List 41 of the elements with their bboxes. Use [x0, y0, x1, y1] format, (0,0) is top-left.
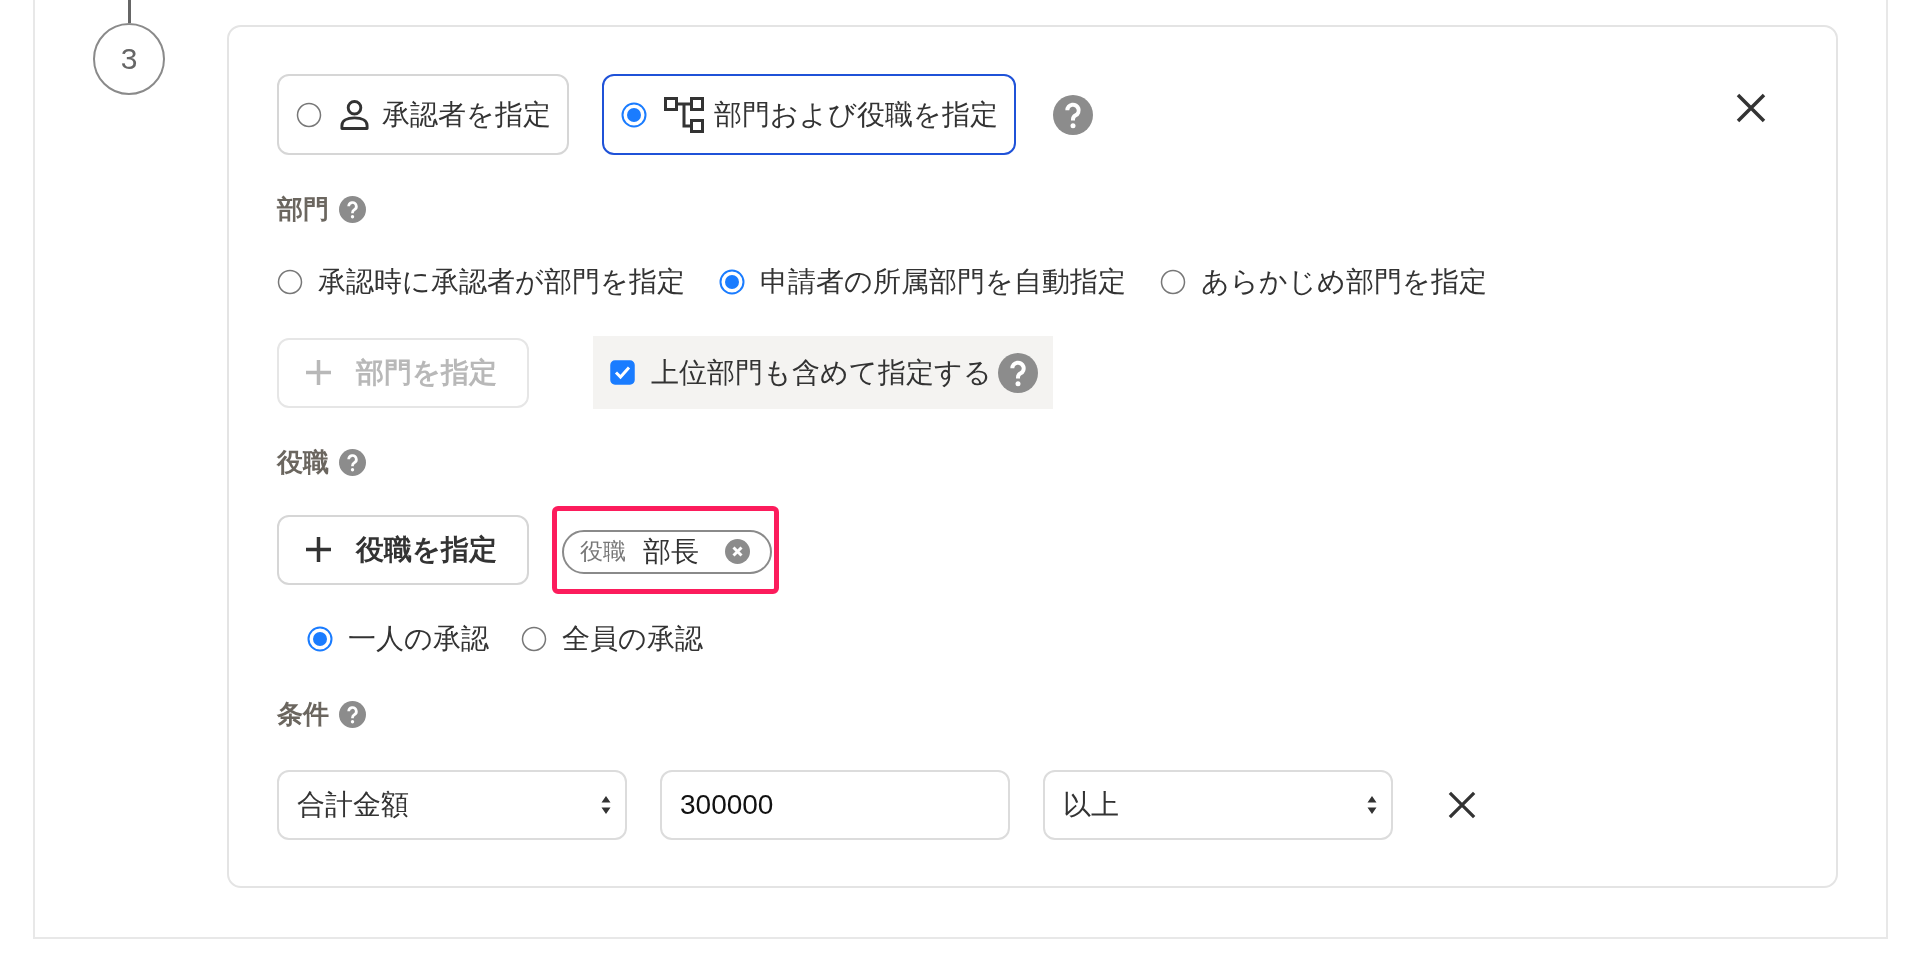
section-label: 条件 — [277, 697, 329, 731]
checkbox-label[interactable]: 上位部門も含めて指定する — [651, 353, 992, 392]
radio-label[interactable]: 承認時に承認者が部門を指定 — [318, 263, 685, 301]
help-icon[interactable] — [339, 195, 366, 223]
radio-button[interactable] — [1160, 269, 1186, 295]
radio-button[interactable] — [621, 101, 647, 128]
section-label: 部門 — [277, 192, 329, 226]
amount-input[interactable]: 300000 — [660, 770, 1010, 840]
radio-button[interactable] — [307, 626, 333, 652]
tag-value: 部長 — [643, 533, 699, 570]
radio-button[interactable] — [296, 101, 322, 128]
radio-label[interactable]: 一人の承認 — [348, 620, 489, 658]
timeline-line — [128, 0, 131, 23]
help-icon[interactable] — [998, 352, 1038, 393]
remove-icon[interactable] — [725, 539, 750, 564]
radio-button[interactable] — [521, 626, 547, 652]
close-icon[interactable] — [1448, 791, 1476, 819]
approver-mode-option[interactable]: 承認者を指定 — [277, 74, 569, 155]
org-chart-icon — [664, 96, 704, 133]
radio-button[interactable] — [277, 269, 303, 295]
dropdown-arrows-icon — [1367, 796, 1377, 814]
radio-label[interactable]: 全員の承認 — [562, 620, 703, 658]
close-icon[interactable] — [1736, 93, 1766, 123]
approver-mode-option[interactable]: 部門および役職を指定 — [602, 74, 1016, 155]
radio-label[interactable]: 申請者の所属部門を自動指定 — [760, 263, 1126, 301]
radio-button[interactable] — [719, 269, 745, 295]
radio-label[interactable]: あらかじめ部門を指定 — [1201, 263, 1487, 301]
section-label: 役職 — [277, 445, 329, 479]
help-icon[interactable] — [339, 700, 366, 728]
help-icon[interactable] — [339, 448, 366, 476]
plus-icon — [305, 359, 332, 386]
plus-icon — [305, 536, 332, 563]
person-icon — [339, 99, 370, 130]
dropdown-arrows-icon — [601, 796, 611, 814]
help-icon[interactable] — [1053, 94, 1093, 135]
comparison-dropdown[interactable]: 以上 — [1043, 770, 1393, 840]
add-position-button[interactable]: 役職を指定 — [277, 514, 529, 585]
field-dropdown[interactable]: 合計金額 — [277, 770, 627, 840]
tag-category: 役職 — [580, 537, 626, 566]
step-number: 3 — [93, 23, 165, 95]
checkbox[interactable] — [610, 360, 635, 385]
